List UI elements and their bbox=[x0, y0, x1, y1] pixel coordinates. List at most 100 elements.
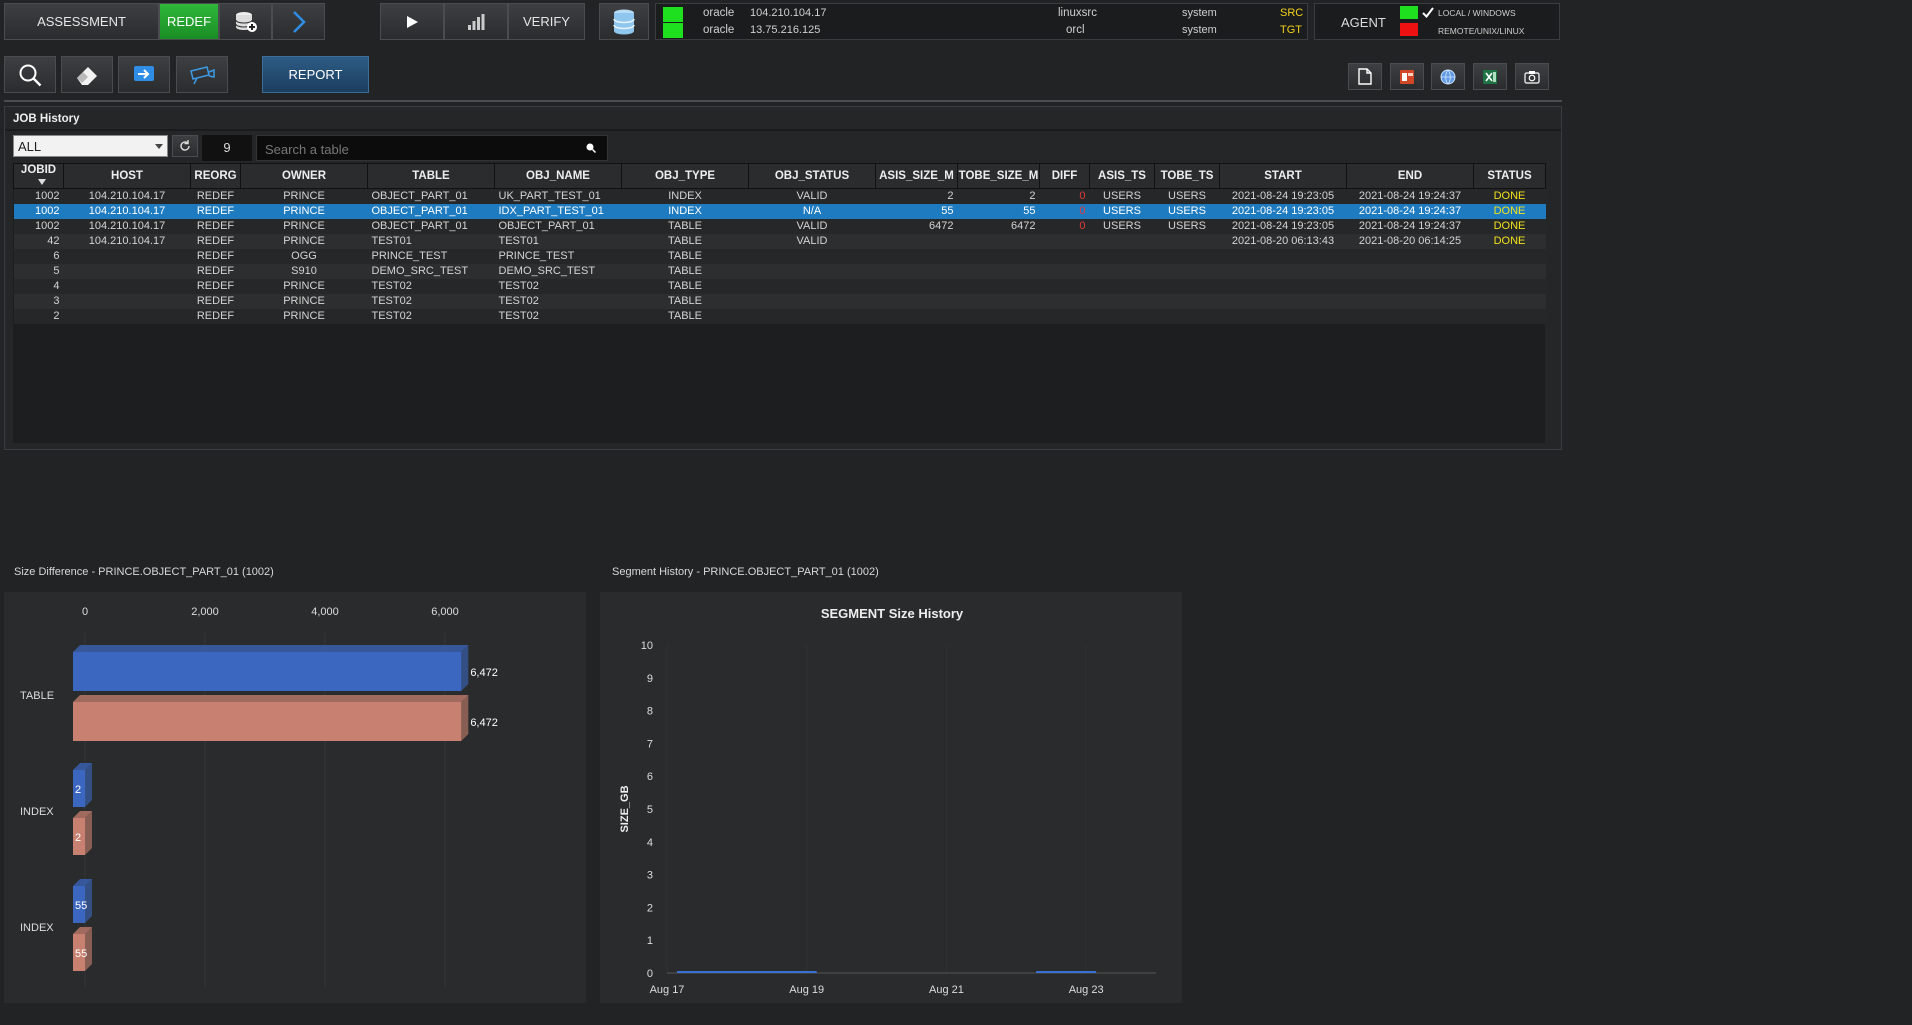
cell-obj-type: TABLE bbox=[621, 249, 749, 264]
export-ppt-button[interactable] bbox=[1390, 63, 1424, 90]
filter-select[interactable]: ALL bbox=[13, 135, 168, 157]
divider bbox=[4, 100, 1562, 102]
cell-end: 2021-08-24 19:24:37 bbox=[1346, 188, 1474, 204]
bar-value-label: 6,472 bbox=[470, 717, 498, 729]
table-row[interactable]: 1002 104.210.104.17 REDEF PRINCE OBJECT_PART… bbox=[13, 219, 1546, 234]
add-database-button[interactable] bbox=[219, 3, 272, 40]
camera-icon bbox=[190, 65, 215, 84]
column-header[interactable]: OBJ_TYPE bbox=[621, 163, 749, 189]
powerpoint-icon bbox=[1400, 69, 1414, 84]
column-header[interactable]: HOST bbox=[63, 163, 191, 189]
table-row[interactable]: 5 REDEF S910 DEMO_SRC_TEST DEMO_SRC_TEST TABL… bbox=[13, 264, 1546, 279]
bar[interactable] bbox=[73, 702, 462, 741]
table-row[interactable]: 6 REDEF OGG PRINCE_TEST PRINCE_TEST TABLE bbox=[13, 249, 1546, 264]
bar-chart-icon bbox=[468, 13, 485, 30]
cell-owner: PRINCE bbox=[240, 204, 368, 219]
column-header[interactable]: ASIS_SIZE_M bbox=[875, 163, 958, 189]
cell-table: OBJECT_PART_01 bbox=[367, 188, 495, 204]
column-header[interactable]: TOBE_TS bbox=[1154, 163, 1220, 189]
local-agent-indicator[interactable] bbox=[1400, 6, 1418, 19]
cell-owner: PRINCE bbox=[240, 309, 368, 324]
tgt-role: TGT bbox=[1280, 24, 1302, 36]
cell-host bbox=[63, 264, 191, 279]
search-button[interactable] bbox=[4, 56, 56, 93]
column-header[interactable]: TABLE bbox=[367, 163, 495, 189]
column-header[interactable]: STATUS bbox=[1473, 163, 1546, 189]
remote-agent-indicator[interactable] bbox=[1400, 23, 1418, 36]
category-label: INDEX bbox=[20, 806, 54, 818]
cell-asis-ts bbox=[1089, 264, 1155, 279]
redef-button[interactable]: REDEF bbox=[159, 3, 219, 40]
column-header[interactable]: END bbox=[1346, 163, 1474, 189]
next-button[interactable] bbox=[272, 3, 325, 40]
column-header[interactable]: START bbox=[1219, 163, 1347, 189]
cell-tobe bbox=[957, 234, 1040, 249]
arrow-right-box-icon bbox=[134, 65, 154, 81]
cell-start: 2021-08-20 06:13:43 bbox=[1219, 234, 1347, 249]
cell-tobe-ts bbox=[1154, 234, 1220, 249]
column-header[interactable]: DIFF bbox=[1039, 163, 1090, 189]
cell-obj-status bbox=[748, 294, 876, 309]
cell-obj-type: TABLE bbox=[621, 279, 749, 294]
dropdown-arrow-icon bbox=[155, 144, 163, 149]
clear-button[interactable] bbox=[61, 56, 113, 93]
screenshot-button[interactable] bbox=[1515, 63, 1549, 90]
export-excel-button[interactable] bbox=[1473, 63, 1507, 90]
export-document-button[interactable] bbox=[1348, 63, 1382, 90]
bar[interactable] bbox=[73, 652, 462, 691]
column-header[interactable]: OBJ_STATUS bbox=[748, 163, 876, 189]
cell-tobe-ts: USERS bbox=[1154, 219, 1220, 234]
bar-side-face bbox=[85, 811, 92, 855]
x-tick-label: Aug 21 bbox=[929, 984, 964, 996]
cell-status: DONE bbox=[1473, 219, 1546, 234]
chart-title: SEGMENT Size History bbox=[821, 606, 964, 621]
cell-jobid: 42 bbox=[13, 234, 64, 249]
database-button[interactable] bbox=[599, 3, 649, 40]
cell-table: PRINCE_TEST bbox=[367, 249, 495, 264]
cell-status bbox=[1473, 294, 1546, 309]
tgt-status-indicator bbox=[663, 23, 683, 38]
refresh-button[interactable] bbox=[172, 135, 198, 157]
table-row[interactable]: 2 REDEF PRINCE TEST02 TEST02 TABLE bbox=[13, 309, 1546, 324]
export-web-button[interactable] bbox=[1431, 63, 1465, 90]
job-history-title: JOB History bbox=[13, 113, 80, 125]
cell-obj-type: INDEX bbox=[621, 188, 749, 204]
column-header[interactable]: JOBID bbox=[13, 163, 64, 189]
sort-down-icon[interactable] bbox=[37, 179, 46, 185]
cell-status: DONE bbox=[1473, 204, 1546, 219]
cell-end bbox=[1346, 264, 1474, 279]
cell-end: 2021-08-24 19:24:37 bbox=[1346, 219, 1474, 234]
table-row[interactable]: 1002 104.210.104.17 REDEF PRINCE OBJECT_PART… bbox=[13, 204, 1546, 219]
statistics-button[interactable] bbox=[444, 3, 508, 40]
table-row[interactable]: 4 REDEF PRINCE TEST02 TEST02 TABLE bbox=[13, 279, 1546, 294]
assessment-button[interactable]: ASSESSMENT bbox=[4, 3, 159, 40]
cell-obj-type: TABLE bbox=[621, 219, 749, 234]
filter-select-value: ALL bbox=[18, 139, 42, 154]
column-header[interactable]: REORG bbox=[190, 163, 241, 189]
table-row[interactable]: 42 104.210.104.17 REDEF PRINCE TEST01 TEST01 T… bbox=[13, 234, 1546, 249]
y-tick-label: 2 bbox=[647, 902, 653, 914]
column-header[interactable]: TOBE_SIZE_M bbox=[957, 163, 1040, 189]
cell-owner: PRINCE bbox=[240, 234, 368, 249]
chevron-right-icon bbox=[292, 10, 306, 33]
move-button[interactable] bbox=[118, 56, 170, 93]
report-button[interactable]: REPORT bbox=[262, 56, 369, 93]
cell-start: 2021-08-24 19:23:05 bbox=[1219, 219, 1347, 234]
column-header[interactable]: OWNER bbox=[240, 163, 368, 189]
search-icon[interactable] bbox=[585, 142, 597, 154]
column-header[interactable]: OBJ_NAME bbox=[494, 163, 622, 189]
document-icon bbox=[1358, 68, 1372, 85]
cell-reorg: REDEF bbox=[190, 309, 241, 324]
table-row[interactable]: 1002 104.210.104.17 REDEF PRINCE OBJECT_PART… bbox=[13, 188, 1546, 204]
verify-button[interactable]: VERIFY bbox=[508, 3, 585, 40]
column-header[interactable]: ASIS_TS bbox=[1089, 163, 1155, 189]
cell-obj-name: PRINCE_TEST bbox=[494, 249, 622, 264]
cell-jobid: 3 bbox=[13, 294, 64, 309]
play-button[interactable] bbox=[380, 3, 444, 40]
table-row[interactable]: 3 REDEF PRINCE TEST02 TEST02 TABLE bbox=[13, 294, 1546, 309]
cell-tobe-ts: USERS bbox=[1154, 188, 1220, 204]
monitor-button[interactable] bbox=[176, 56, 228, 93]
y-tick-label: 4 bbox=[647, 837, 653, 849]
table-search-input[interactable]: Search a table bbox=[256, 135, 608, 161]
cell-tobe bbox=[957, 309, 1040, 324]
